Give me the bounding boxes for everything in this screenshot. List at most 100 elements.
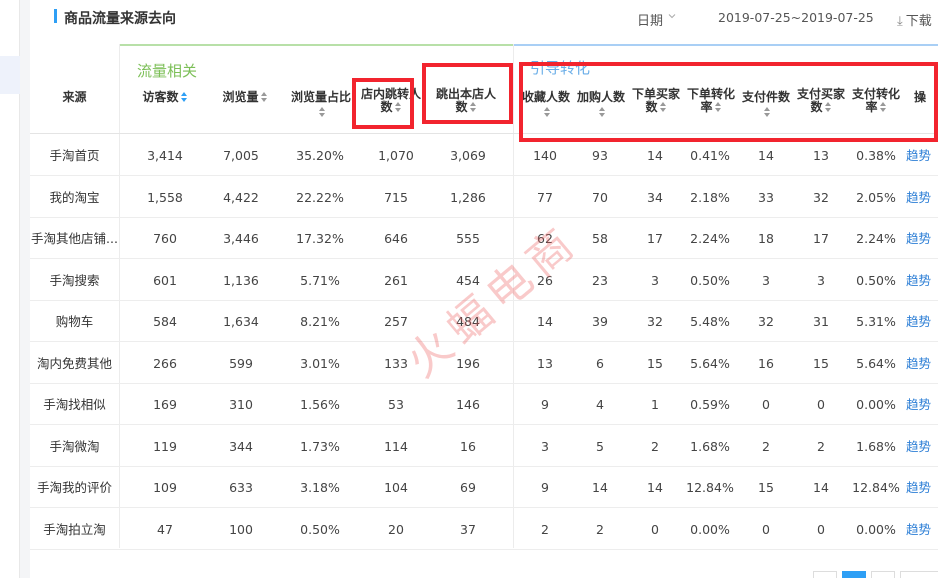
cell-visitors: 3,414 [147, 148, 183, 163]
col-header-visitors[interactable]: 访客数 [130, 91, 200, 104]
cell-in-store-jump: 133 [384, 355, 408, 371]
cell-bounce: 3,069 [450, 148, 486, 163]
sort-icon[interactable] [469, 102, 477, 113]
cell-in-store-jump: 104 [384, 480, 408, 495]
download-button[interactable]: ⤓ 下载 [897, 10, 932, 29]
cell-paid-items: 15 [758, 480, 774, 495]
sort-icon[interactable] [879, 102, 887, 113]
cell-buyers: 0 [651, 521, 659, 537]
col-source-label: 来源 [62, 90, 87, 104]
trend-link[interactable]: 趋势 [906, 177, 938, 218]
sort-icon[interactable] [394, 102, 402, 113]
cell-add-cart: 6 [596, 355, 604, 371]
pagination-page[interactable] [871, 571, 895, 578]
sort-icon[interactable] [318, 107, 326, 118]
col-header-in-store-jump[interactable]: 店内跳转人数 [353, 88, 429, 114]
cell-pv-share: 3.01% [300, 355, 340, 371]
sort-icon[interactable] [763, 107, 771, 118]
cell-paid-items: 0 [762, 397, 770, 412]
cell-pageviews: 3,446 [223, 231, 259, 246]
sort-icon[interactable] [659, 102, 667, 113]
trend-link[interactable]: 趋势 [906, 218, 938, 259]
cell-pageviews: 100 [229, 521, 253, 537]
col-header-bounce[interactable]: 跳出本店人数 [427, 88, 505, 114]
trend-link[interactable]: 趋势 [906, 301, 938, 342]
cell-paid-items: 0 [762, 521, 770, 537]
col-pay-conv-label-line1: 支付转化 [851, 87, 900, 101]
col-header-order-conv[interactable]: 下单转化率 [683, 88, 739, 114]
sort-icon[interactable] [714, 102, 722, 113]
col-header-pay-conv[interactable]: 支付转化率 [848, 88, 904, 114]
traffic-source-panel: 商品流量来源去向 日期 2019-07-25~2019-07-25 ⤓ 下载 流量… [30, 0, 938, 578]
trend-link[interactable]: 趋势 [906, 260, 938, 301]
cell-favorites: 3 [541, 438, 549, 454]
cell-source: 手淘其他店铺... [31, 231, 118, 246]
col-header-paid-items[interactable]: 支付件数 [738, 91, 794, 118]
download-label: 下载 [905, 14, 932, 29]
trend-link[interactable]: 趋势 [906, 509, 938, 550]
cell-visitors: 109 [153, 480, 177, 495]
col-pv-share-label: 浏览量占比 [290, 90, 351, 104]
cell-source: 手淘拍立淘 [43, 521, 106, 537]
table-row: 手淘微淘 119 344 1.73% 114 16 3 5 2 1.68% 2 2 1.68% 趋势 [30, 426, 938, 467]
col-jump-label-line1: 店内跳转人 [360, 87, 421, 101]
col-paid-buyers-label-line1: 支付买家 [796, 87, 845, 101]
col-header-pv-share[interactable]: 浏览量占比 [282, 91, 360, 118]
table-row: 我的淘宝 1,558 4,422 22.22% 715 1,286 77 70 34 2.18% 3… [30, 177, 938, 218]
pagination-page-current[interactable] [842, 571, 866, 578]
pagination-next[interactable] [900, 571, 938, 578]
trend-link[interactable]: 趋势 [906, 467, 938, 508]
col-buyers-label-line1: 下单买家 [631, 87, 680, 101]
sort-icon[interactable] [824, 102, 832, 113]
cell-source: 购物车 [55, 314, 94, 329]
cell-add-cart: 58 [592, 231, 608, 246]
cell-order-conv: 2.18% [690, 189, 730, 205]
download-icon: ⤓ [897, 14, 903, 29]
conversion-group-label: 引导转化 [530, 59, 591, 77]
sort-icon[interactable] [543, 107, 551, 118]
col-header-pageviews[interactable]: 浏览量 [210, 91, 280, 104]
cell-visitors: 47 [157, 521, 173, 537]
cell-pageviews: 7,005 [223, 148, 259, 163]
col-header-source: 来源 [30, 91, 119, 104]
cell-in-store-jump: 114 [384, 438, 408, 454]
cell-order-conv: 0.50% [690, 272, 730, 288]
col-header-add-cart[interactable]: 加购人数 [573, 91, 629, 118]
col-header-paid-buyers[interactable]: 支付买家数 [793, 88, 849, 114]
cell-pay-conv: 12.84% [852, 480, 900, 495]
col-order-conv-label-line1: 下单转化 [686, 87, 735, 101]
cell-pv-share: 0.50% [300, 521, 340, 537]
cell-order-conv: 1.68% [690, 438, 730, 454]
col-pay-conv-label-line2: 率 [865, 100, 878, 114]
cell-in-store-jump: 715 [384, 189, 408, 205]
cell-pv-share: 22.22% [296, 189, 344, 205]
col-header-buyers[interactable]: 下单买家数 [628, 88, 684, 114]
pagination-prev[interactable] [813, 571, 837, 578]
cell-in-store-jump: 257 [384, 314, 408, 329]
trend-link[interactable]: 趋势 [906, 135, 938, 176]
cell-add-cart: 14 [592, 480, 608, 495]
sort-icon[interactable] [260, 92, 268, 103]
trend-link[interactable]: 趋势 [906, 343, 938, 384]
sort-icon[interactable] [598, 107, 606, 118]
left-nav-selected-item[interactable] [0, 56, 20, 94]
col-header-ops: 操 [914, 91, 938, 104]
cell-paid-items: 32 [758, 314, 774, 329]
trend-link[interactable]: 趋势 [906, 384, 938, 425]
chevron-down-icon[interactable] [668, 12, 676, 20]
cell-buyers: 3 [651, 272, 659, 288]
col-header-favorites[interactable]: 收藏人数 [518, 91, 574, 118]
sort-icon[interactable] [180, 92, 188, 103]
cell-buyers: 32 [647, 314, 663, 329]
trend-link[interactable]: 趋势 [906, 426, 938, 467]
cell-paid-items: 18 [758, 231, 774, 246]
cell-buyers: 14 [647, 148, 663, 163]
cell-visitors: 169 [153, 397, 177, 412]
cell-pay-conv: 0.00% [856, 521, 896, 537]
table-row: 淘内免费其他 266 599 3.01% 133 196 13 6 15 5.64% 16 15 5.6… [30, 343, 938, 384]
cell-paid-buyers: 0 [817, 397, 825, 412]
cell-buyers: 17 [647, 231, 663, 246]
cell-paid-buyers: 15 [813, 355, 829, 371]
date-dropdown-label[interactable]: 日期 [637, 10, 663, 29]
cell-paid-buyers: 32 [813, 189, 829, 205]
